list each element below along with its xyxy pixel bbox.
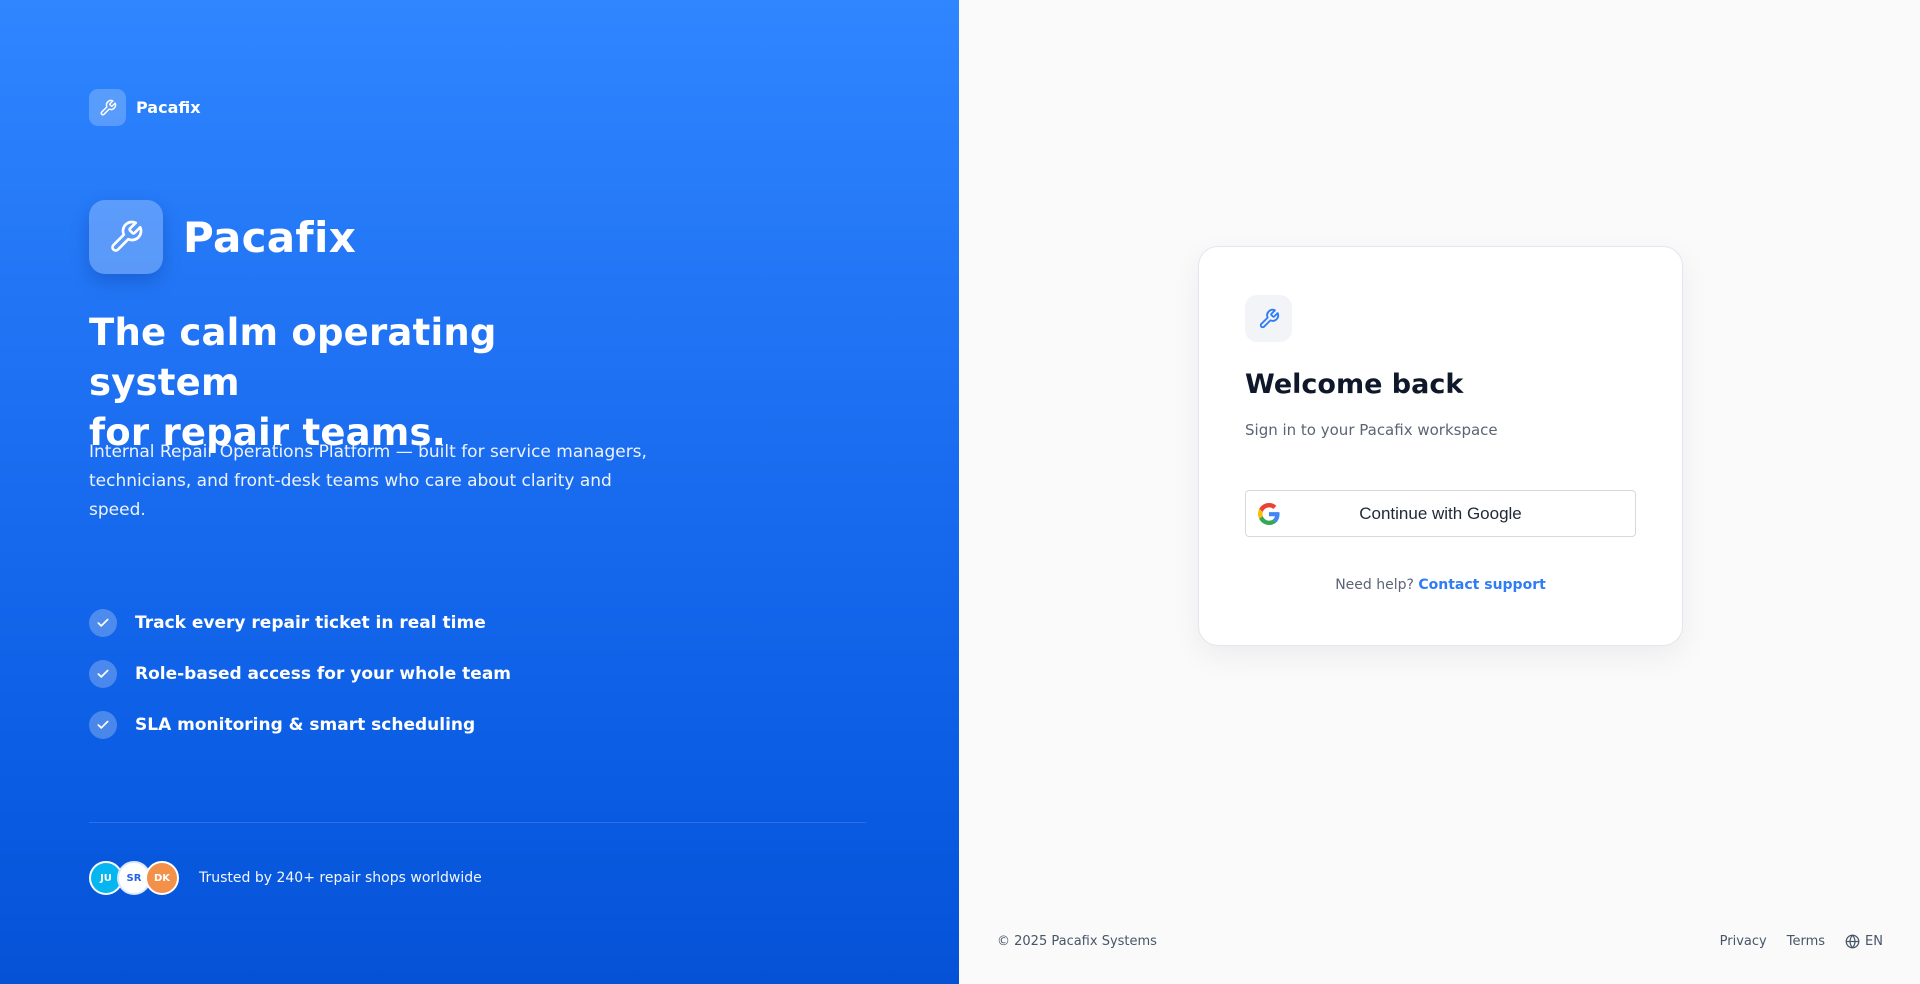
check-icon <box>89 608 117 637</box>
hero-description: Internal Repair Operations Platform — bu… <box>89 442 647 520</box>
help-row: Need help? Contact support <box>1199 577 1682 593</box>
copyright: © 2025 Pacafix Systems <box>997 934 1157 949</box>
divider <box>89 822 866 823</box>
login-card: Welcome back Sign in to your Pacafix wor… <box>1198 246 1683 646</box>
language-label: EN <box>1865 934 1883 949</box>
header-logo[interactable]: Pacafix <box>89 89 201 126</box>
globe-icon <box>1845 934 1860 949</box>
login-panel: Welcome back Sign in to your Pacafix wor… <box>959 0 1920 984</box>
feature-item: Role-based access for your whole team <box>89 648 511 699</box>
language-selector[interactable]: EN <box>1845 934 1883 949</box>
wrench-icon <box>89 200 163 274</box>
login-title: Welcome back <box>1245 369 1464 400</box>
trust-text: Trusted by 240+ repair shops worldwide <box>199 870 482 886</box>
footer-links: Privacy Terms EN <box>1700 934 1883 949</box>
google-icon <box>1258 503 1280 525</box>
trust-section: JU SR DK Trusted by 240+ repair shops wo… <box>89 861 482 895</box>
brand-name-small: Pacafix <box>136 98 201 117</box>
brand-name-large: Pacafix <box>183 212 357 262</box>
feature-text: Role-based access for your whole team <box>135 663 512 684</box>
headline-line-1: The calm operating system <box>89 311 497 404</box>
feature-list: Track every repair ticket in real time R… <box>89 597 511 750</box>
feature-text: Track every repair ticket in real time <box>135 612 486 633</box>
brand-panel: Pacafix Pacafix The calm operating syste… <box>0 0 959 984</box>
contact-support-link[interactable]: Contact support <box>1418 577 1545 593</box>
terms-link[interactable]: Terms <box>1787 934 1825 949</box>
hero-brand: Pacafix <box>89 200 356 274</box>
feature-text: SLA monitoring & smart scheduling <box>135 714 476 735</box>
hero-headline: The calm operating system for repair tea… <box>89 308 649 458</box>
feature-item: Track every repair ticket in real time <box>89 597 511 648</box>
help-text: Need help? <box>1335 577 1414 593</box>
login-subtitle: Sign in to your Pacafix workspace <box>1245 421 1498 439</box>
feature-item: SLA monitoring & smart scheduling <box>89 699 511 750</box>
google-button-label: Continue with Google <box>1359 503 1522 523</box>
avatar-stack: JU SR DK <box>89 861 179 895</box>
google-signin-button[interactable]: Continue with Google <box>1245 490 1636 537</box>
wrench-icon <box>89 89 126 126</box>
wrench-icon <box>1245 295 1292 342</box>
privacy-link[interactable]: Privacy <box>1720 934 1767 949</box>
check-icon <box>89 710 117 739</box>
avatar: DK <box>145 861 179 895</box>
check-icon <box>89 659 117 688</box>
